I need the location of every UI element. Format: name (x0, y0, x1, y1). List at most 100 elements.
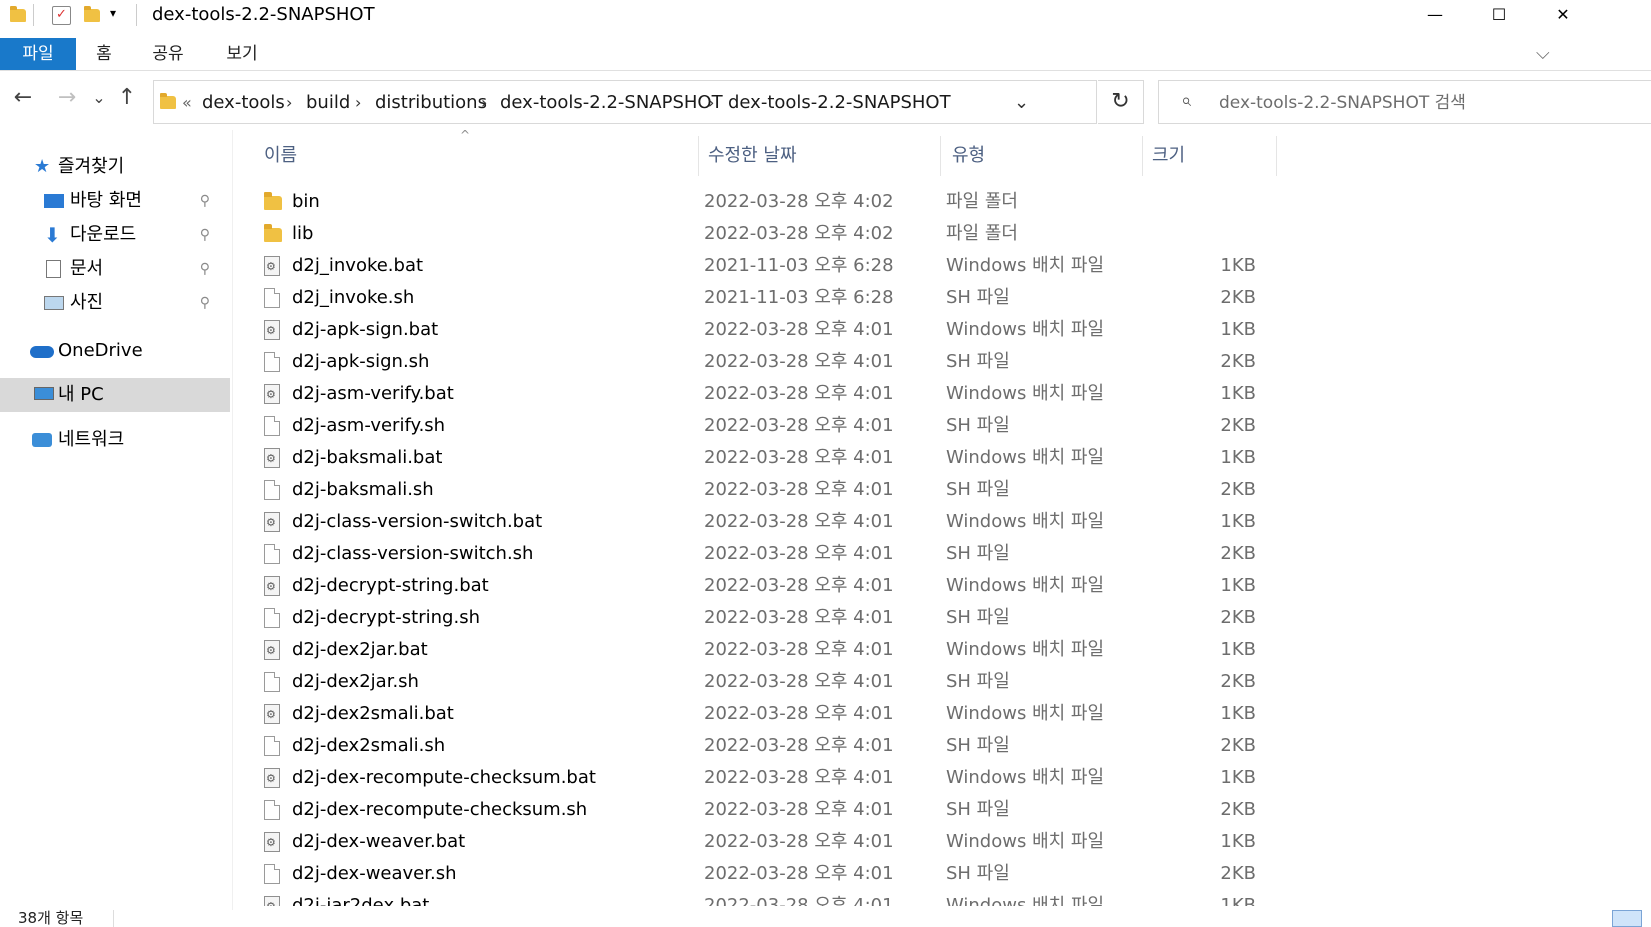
table-row[interactable]: d2j-dex-weaver.bat 2022-03-28 오후 4:01 Wind… (246, 826, 1276, 859)
customize-toolbar-icon[interactable]: ▾ (110, 6, 116, 20)
batch-file-icon (264, 699, 280, 731)
pin-icon[interactable]: ⚲ (200, 218, 210, 252)
file-type: SH 파일 (946, 287, 1010, 308)
minimize-button[interactable]: — (1412, 0, 1458, 32)
back-button[interactable]: ← (8, 84, 38, 114)
table-row[interactable]: d2j-baksmali.bat 2022-03-28 오후 4:01 Window… (246, 442, 1276, 475)
breadcrumb-item[interactable]: dex-tools-2.2-SNAPSHOT (728, 81, 951, 125)
tab-home[interactable]: 홈 (84, 38, 124, 70)
up-button[interactable]: ↑ (112, 84, 142, 114)
table-row[interactable]: d2j-dex-recompute-checksum.bat 2022-03-28… (246, 762, 1276, 795)
table-row[interactable]: d2j-class-version-switch.sh 2022-03-28 오후… (246, 538, 1276, 570)
column-header-type[interactable]: 유형 (952, 136, 1132, 176)
refresh-button[interactable]: ↻ (1098, 80, 1144, 124)
forward-button[interactable]: → (52, 84, 82, 114)
pin-icon[interactable]: ⚲ (200, 252, 210, 286)
breadcrumb-item[interactable]: dex-tools-2.2-SNAPSHOT (500, 81, 723, 125)
recent-locations-button[interactable]: ⌄ (84, 84, 114, 114)
file-type: Windows 배치 파일 (946, 831, 1105, 852)
table-row[interactable]: d2j-apk-sign.sh 2022-03-28 오후 4:01 SH 파일 2K… (246, 346, 1276, 378)
file-date: 2022-03-28 오후 4:01 (704, 895, 894, 906)
file-date: 2021-11-03 오후 6:28 (704, 287, 894, 308)
file-date: 2022-03-28 오후 4:02 (704, 191, 894, 212)
chevron-right-icon[interactable]: › (355, 81, 361, 125)
breadcrumb-item[interactable]: build (306, 81, 350, 125)
table-row[interactable]: d2j-apk-sign.bat 2022-03-28 오후 4:01 Window… (246, 314, 1276, 347)
sidebar-item-desktop[interactable]: 바탕 화면 ⚲ (0, 184, 230, 218)
sidebar-item-onedrive[interactable]: OneDrive (0, 334, 230, 368)
sidebar-item-downloads[interactable]: ⬇ 다운로드 ⚲ (0, 218, 230, 252)
address-bar[interactable]: « dex-tools › build › distributions › de… (153, 80, 1097, 124)
maximize-button[interactable]: ☐ (1476, 0, 1522, 32)
file-icon (264, 288, 280, 308)
table-row[interactable]: d2j-asm-verify.bat 2022-03-28 오후 4:01 Wind… (246, 378, 1276, 411)
table-row[interactable]: d2j-dex-recompute-checksum.sh 2022-03-28 … (246, 794, 1276, 826)
table-row[interactable]: d2j_invoke.sh 2021-11-03 오후 6:28 SH 파일 2KB (246, 282, 1276, 314)
file-name: d2j-dex2jar.sh (292, 671, 419, 692)
table-row[interactable]: lib 2022-03-28 오후 4:02 파일 폴더 (246, 218, 1276, 250)
file-date: 2022-03-28 오후 4:01 (704, 703, 894, 724)
table-row[interactable]: d2j_invoke.bat 2021-11-03 오후 6:28 Windows … (246, 250, 1276, 283)
table-row[interactable]: d2j-class-version-switch.bat 2022-03-28 오… (246, 506, 1276, 539)
table-row[interactable]: d2j-baksmali.sh 2022-03-28 오후 4:01 SH 파일 2K… (246, 474, 1276, 506)
file-type: SH 파일 (946, 351, 1010, 372)
breadcrumb-item[interactable]: distributions (375, 81, 487, 125)
file-size: 1KB (1220, 319, 1256, 340)
table-row[interactable]: d2j-dex2jar.bat 2022-03-28 오후 4:01 Windows… (246, 634, 1276, 667)
chevron-right-icon[interactable]: › (286, 81, 292, 125)
sidebar-item-quick-access[interactable]: ★ 즐겨찾기 (0, 150, 230, 184)
address-dropdown-icon[interactable]: ⌄ (1014, 81, 1029, 125)
table-row[interactable]: d2j-decrypt-string.bat 2022-03-28 오후 4:01… (246, 570, 1276, 603)
sidebar-item-label: 문서 (70, 258, 104, 279)
file-name: d2j-class-version-switch.bat (292, 511, 543, 532)
file-date: 2022-03-28 오후 4:01 (704, 351, 894, 372)
file-icon (264, 352, 280, 372)
search-input[interactable] (1217, 89, 1641, 117)
batch-file-icon (264, 571, 280, 603)
item-count: 38개 항목 (18, 909, 84, 927)
table-row[interactable]: d2j-dex2smali.sh 2022-03-28 오후 4:01 SH 파일 2… (246, 730, 1276, 762)
sidebar-item-this-pc[interactable]: 내 PC (0, 378, 230, 412)
tab-file[interactable]: 파일 (0, 38, 76, 70)
sidebar-item-network[interactable]: 네트워크 (0, 423, 230, 457)
pane-splitter[interactable] (232, 130, 233, 910)
table-row[interactable]: d2j-dex2jar.sh 2022-03-28 오후 4:01 SH 파일 2KB (246, 666, 1276, 698)
overflow-icon[interactable]: « (182, 81, 192, 125)
desktop-icon (44, 194, 64, 208)
file-date: 2022-03-28 오후 4:02 (704, 223, 894, 244)
chevron-right-icon[interactable]: › (481, 81, 487, 125)
pin-icon[interactable]: ⚲ (200, 286, 210, 320)
column-header-date[interactable]: 수정한 날짜 (708, 136, 928, 176)
search-box[interactable]: ⌕ (1158, 80, 1651, 124)
table-row[interactable]: d2j-asm-verify.sh 2022-03-28 오후 4:01 SH 파일… (246, 410, 1276, 442)
pin-icon[interactable]: ⚲ (200, 184, 210, 218)
table-row[interactable]: d2j-decrypt-string.sh 2022-03-28 오후 4:01 S… (246, 602, 1276, 634)
breadcrumb-item[interactable]: dex-tools (202, 81, 285, 125)
ribbon-expand-icon[interactable]: ⌵ (1536, 38, 1550, 70)
column-divider[interactable] (698, 136, 699, 176)
table-row[interactable]: d2j-jar2dex.bat 2022-03-28 오후 4:01 Windows… (246, 890, 1276, 906)
new-folder-icon[interactable] (84, 6, 100, 22)
column-header-size[interactable]: 크기 (1152, 136, 1272, 176)
tab-view[interactable]: 보기 (214, 38, 270, 70)
column-divider[interactable] (1276, 136, 1277, 176)
table-row[interactable]: d2j-dex2smali.bat 2022-03-28 오후 4:01 Windo… (246, 698, 1276, 731)
file-type: SH 파일 (946, 671, 1010, 692)
details-view-icon[interactable] (1612, 910, 1642, 927)
sidebar-item-pictures[interactable]: 사진 ⚲ (0, 286, 230, 320)
properties-icon[interactable]: ✓ (52, 6, 71, 25)
sidebar-item-label: 사진 (70, 292, 104, 313)
close-button[interactable]: ✕ (1540, 0, 1586, 32)
table-row[interactable]: d2j-dex-weaver.sh 2022-03-28 오후 4:01 SH 파일… (246, 858, 1276, 890)
ribbon-tabs: 파일 홈 공유 보기 ⌵ (0, 38, 1651, 70)
tab-share[interactable]: 공유 (140, 38, 196, 70)
file-type: Windows 배치 파일 (946, 575, 1105, 596)
column-header-name[interactable]: 이름 (264, 136, 674, 176)
window-title: dex-tools-2.2-SNAPSHOT (152, 4, 375, 25)
table-row[interactable]: bin 2022-03-28 오후 4:02 파일 폴더 (246, 186, 1276, 218)
chevron-right-icon[interactable]: › (708, 81, 714, 125)
column-divider[interactable] (1142, 136, 1143, 176)
column-divider[interactable] (940, 136, 941, 176)
file-type: Windows 배치 파일 (946, 383, 1105, 404)
sidebar-item-documents[interactable]: 문서 ⚲ (0, 252, 230, 286)
